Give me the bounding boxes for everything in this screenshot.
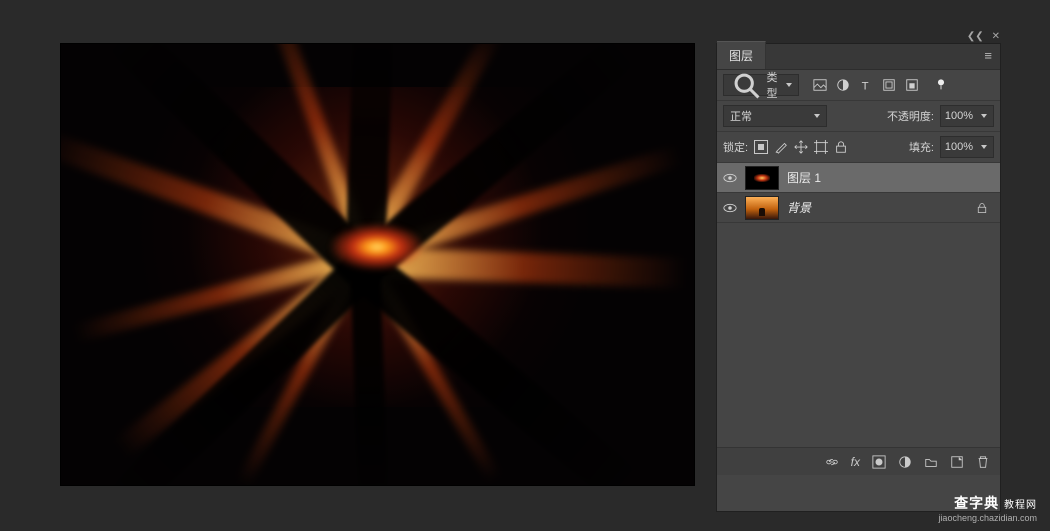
lock-artboard-icon[interactable] — [814, 140, 828, 154]
filter-smart-icon[interactable] — [903, 76, 921, 94]
trash-icon[interactable] — [976, 455, 990, 469]
canvas-image — [61, 44, 694, 485]
fill-value: 100% — [945, 141, 973, 153]
mask-icon[interactable] — [872, 455, 886, 469]
blend-mode-select[interactable]: 正常 — [723, 105, 827, 127]
filter-toggle-icon[interactable] — [932, 76, 950, 94]
fx-icon[interactable]: fx — [851, 455, 860, 469]
chevron-down-icon — [814, 114, 820, 118]
layer-name[interactable]: 图层 1 — [787, 169, 821, 186]
visibility-eye-icon[interactable] — [723, 171, 737, 185]
watermark-url: jiaocheng.chazidian.com — [907, 513, 1037, 523]
chevron-down-icon — [786, 83, 792, 87]
fill-label: 填充: — [909, 139, 934, 155]
layer-row[interactable]: 背景 — [717, 193, 1000, 223]
filter-shape-icon[interactable] — [880, 76, 898, 94]
filter-adjustment-icon[interactable] — [834, 76, 852, 94]
fill-input[interactable]: 100% — [940, 136, 994, 158]
visibility-eye-icon[interactable] — [723, 201, 737, 215]
blend-mode-value: 正常 — [730, 108, 752, 124]
layer-filter-row: 类型 T — [717, 70, 1000, 101]
canvas-document[interactable] — [60, 43, 695, 486]
svg-text:T: T — [862, 80, 869, 92]
chevron-down-icon — [981, 114, 987, 118]
watermark-tag: 教程网 — [1004, 500, 1037, 511]
layers-empty-area — [717, 223, 1000, 447]
filter-type-select[interactable]: 类型 — [723, 74, 799, 96]
tab-layers[interactable]: 图层 — [717, 41, 766, 69]
group-icon[interactable] — [924, 455, 938, 469]
filter-type-label: 类型 — [766, 69, 778, 101]
adjustment-circle-icon[interactable] — [898, 455, 912, 469]
lock-position-icon[interactable] — [794, 140, 808, 154]
layer-name[interactable]: 背景 — [787, 199, 811, 216]
layer-thumbnail[interactable] — [745, 166, 779, 190]
link-icon[interactable] — [825, 455, 839, 469]
search-icon — [730, 69, 762, 101]
layer-row[interactable]: 图层 1 — [717, 163, 1000, 193]
lock-icon — [976, 202, 988, 214]
lock-label: 锁定: — [723, 139, 748, 155]
panel-collapse-icon[interactable]: ❮❮ — [967, 31, 984, 42]
layers-panel: ❮❮ ✕ 图层 ≡ 类型 T 正常 不透明度: 100% — [716, 43, 1001, 512]
blend-opacity-row: 正常 不透明度: 100% — [717, 101, 1000, 132]
new-layer-icon[interactable] — [950, 455, 964, 469]
lock-fill-row: 锁定: 填充: 100% — [717, 132, 1000, 163]
opacity-input[interactable]: 100% — [940, 105, 994, 127]
filter-image-icon[interactable] — [811, 76, 829, 94]
panel-tabs: 图层 ≡ — [717, 44, 1000, 70]
layers-list: 图层 1 背景 — [717, 163, 1000, 223]
panel-footer: fx — [717, 447, 1000, 475]
lock-transparent-icon[interactable] — [754, 140, 768, 154]
opacity-label: 不透明度: — [887, 108, 934, 124]
lock-all-icon[interactable] — [834, 140, 848, 154]
lock-pixels-icon[interactable] — [774, 140, 788, 154]
watermark: 查字典 教程网 jiaocheng.chazidian.com — [907, 493, 1037, 523]
panel-menu-icon[interactable]: ≡ — [976, 42, 1000, 69]
panel-close-icon[interactable]: ✕ — [992, 31, 1000, 42]
watermark-brand: 查字典 — [954, 495, 999, 511]
layer-thumbnail[interactable] — [745, 196, 779, 220]
filter-type-icon[interactable]: T — [857, 76, 875, 94]
chevron-down-icon — [981, 145, 987, 149]
opacity-value: 100% — [945, 110, 973, 122]
